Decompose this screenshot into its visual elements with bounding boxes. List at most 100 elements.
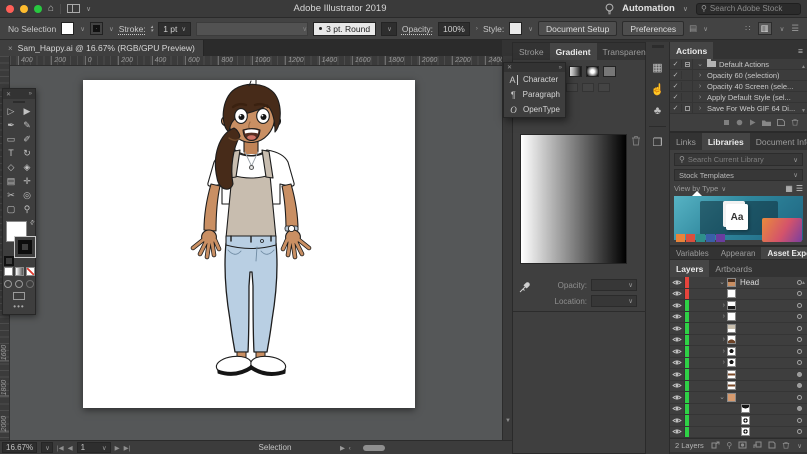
chevron-down-icon[interactable]: ∨: [528, 25, 533, 33]
tool-button[interactable]: ▶: [19, 104, 35, 118]
layer-target-circle[interactable]: [791, 337, 807, 342]
layer-row[interactable]: [670, 358, 807, 370]
layer-thumbnail[interactable]: [741, 416, 750, 425]
panel-tab[interactable]: Variables: [670, 247, 715, 259]
draw-inside-button[interactable]: [26, 280, 34, 288]
layer-row[interactable]: [670, 289, 807, 301]
layer-target-circle[interactable]: [791, 360, 807, 365]
status-options-icon[interactable]: ▶ ‹: [340, 444, 351, 452]
panel-tab[interactable]: Document Info: [750, 133, 807, 150]
freeform-gradient-icon[interactable]: [603, 66, 616, 77]
visibility-eye-icon[interactable]: [670, 381, 685, 392]
panel-tab[interactable]: Appearan: [715, 247, 762, 259]
action-row[interactable]: ✓ Default Actions: [670, 59, 807, 70]
delete-layer-icon[interactable]: [782, 441, 790, 449]
layer-thumbnail[interactable]: [741, 427, 750, 436]
dialog-toggle-box[interactable]: [682, 92, 693, 102]
document-tab[interactable]: × Sam_Happy.ai @ 16.67% (RGB/GPU Preview…: [0, 40, 204, 56]
stroke-weight-stepper[interactable]: ▴▾: [151, 25, 154, 33]
tool-button[interactable]: ▷: [3, 104, 19, 118]
list-view-icon[interactable]: ☰: [796, 184, 803, 193]
adobe-stock-search[interactable]: ⚲: [696, 3, 801, 15]
collect-for-export-icon[interactable]: [711, 441, 720, 449]
layer-target-circle[interactable]: [791, 429, 807, 434]
expand-chevron-icon[interactable]: [693, 105, 707, 112]
gradient-preview[interactable]: [520, 134, 627, 264]
expand-chevron-icon[interactable]: [693, 278, 727, 286]
tool-button[interactable]: ✐: [19, 132, 35, 146]
layer-target-circle[interactable]: [791, 383, 807, 388]
layer-thumbnail[interactable]: [727, 393, 736, 402]
tool-button[interactable]: ▢: [3, 202, 19, 216]
visibility-eye-icon[interactable]: [670, 415, 685, 426]
visibility-eye-icon[interactable]: [670, 335, 685, 346]
style-swatch[interactable]: [509, 22, 522, 35]
toggle-item-check[interactable]: ✓: [670, 104, 682, 112]
automation-menu[interactable]: Automation: [622, 3, 675, 14]
action-row[interactable]: ✓ Opacity 60 (selection): [670, 70, 807, 81]
layer-thumbnail[interactable]: [727, 358, 736, 367]
layer-target-circle[interactable]: [791, 372, 807, 377]
close-panel-icon[interactable]: ✕: [6, 91, 11, 98]
chevron-down-icon[interactable]: ∨: [703, 25, 708, 33]
stroke-swatch[interactable]: [14, 236, 36, 258]
zoom-level-field[interactable]: 16.67%: [2, 442, 37, 453]
visibility-eye-icon[interactable]: [670, 369, 685, 380]
layer-row[interactable]: [670, 381, 807, 393]
layer-target-circle[interactable]: [791, 406, 807, 411]
draw-normal-button[interactable]: [4, 280, 12, 288]
expand-chevron-icon[interactable]: [693, 83, 707, 90]
layer-thumbnail[interactable]: [741, 404, 750, 413]
chevron-right-icon[interactable]: ›: [476, 25, 478, 32]
lightbulb-icon[interactable]: [605, 3, 614, 15]
layer-target-circle[interactable]: [791, 326, 807, 331]
dialog-toggle-box[interactable]: [682, 70, 693, 80]
record-icon[interactable]: [736, 119, 743, 126]
visibility-eye-icon[interactable]: [670, 289, 685, 300]
new-layer-icon[interactable]: [768, 441, 776, 449]
layer-thumbnail[interactable]: [727, 347, 736, 356]
chevron-down-icon[interactable]: ∨: [109, 25, 114, 33]
layer-thumbnail[interactable]: [727, 301, 736, 310]
layer-target-circle[interactable]: [791, 291, 807, 296]
visibility-eye-icon[interactable]: [670, 346, 685, 357]
library-search-input[interactable]: [688, 155, 774, 164]
visibility-eye-icon[interactable]: [670, 300, 685, 311]
panel-menu-icon[interactable]: ≡: [794, 42, 807, 59]
visibility-eye-icon[interactable]: [670, 427, 685, 438]
layer-target-circle[interactable]: [791, 418, 807, 423]
layer-thumbnail[interactable]: [727, 278, 736, 287]
make-mask-icon[interactable]: [738, 441, 747, 449]
layer-row[interactable]: [670, 404, 807, 416]
visibility-eye-icon[interactable]: [670, 404, 685, 415]
scroll-up-icon[interactable]: ▲: [801, 64, 806, 70]
visibility-eye-icon[interactable]: [670, 392, 685, 403]
swap-fill-stroke-icon[interactable]: ⇄: [28, 218, 37, 227]
layer-row[interactable]: [670, 427, 807, 439]
panel-tab[interactable]: Stroke: [513, 43, 550, 60]
panel-tab[interactable]: Libraries: [702, 133, 750, 150]
layer-name[interactable]: Head: [740, 278, 791, 287]
expand-chevron-icon[interactable]: [693, 348, 727, 355]
new-action-icon[interactable]: [777, 119, 785, 126]
chevron-down-icon[interactable]: ∨: [683, 5, 688, 13]
horizontal-scrollbar-thumb[interactable]: [363, 445, 385, 451]
expand-chevron-icon[interactable]: [693, 60, 707, 68]
brush-definition-dropdown[interactable]: 3 pt. Round: [313, 22, 376, 36]
tool-button[interactable]: ◎: [19, 188, 35, 202]
library-item-thumbnail[interactable]: Aa: [674, 196, 803, 240]
layer-row[interactable]: [670, 346, 807, 358]
stop-icon[interactable]: [723, 119, 730, 126]
visibility-eye-icon[interactable]: [670, 358, 685, 369]
color-button[interactable]: [4, 267, 13, 276]
asset-export-icon[interactable]: ❐: [646, 131, 669, 153]
workspace-layout-icon[interactable]: [67, 4, 80, 13]
layer-row[interactable]: [670, 300, 807, 312]
scroll-down-icon[interactable]: ∨: [797, 442, 802, 450]
expand-chevron-icon[interactable]: [693, 72, 707, 79]
scroll-up-icon[interactable]: ▲: [801, 280, 806, 286]
scroll-down-icon[interactable]: ▼: [505, 418, 511, 424]
visibility-eye-icon[interactable]: [670, 277, 685, 288]
panel-tab[interactable]: Gradient: [550, 43, 597, 60]
magic-hand-icon[interactable]: ☝: [646, 78, 669, 100]
